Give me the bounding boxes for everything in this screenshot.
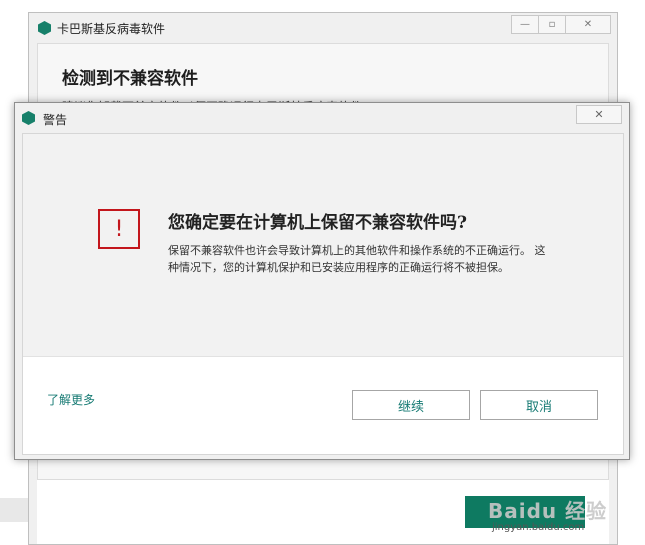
- cancel-button[interactable]: 取消: [480, 390, 598, 420]
- dialog-message-area: ! 您确定要在计算机上保留不兼容软件吗? 保留不兼容软件也许会导致计算机上的其他…: [23, 134, 623, 357]
- main-window-title: 卡巴斯基反病毒软件: [57, 22, 166, 36]
- warning-icon: !: [98, 209, 140, 249]
- learn-more-link[interactable]: 了解更多: [47, 391, 95, 408]
- kaspersky-logo-icon: [38, 21, 51, 35]
- main-window-titlebar: 卡巴斯基反病毒软件 — ▫ ✕: [29, 13, 617, 41]
- dialog-question: 您确定要在计算机上保留不兼容软件吗?: [168, 213, 467, 233]
- minimize-icon[interactable]: —: [511, 15, 539, 34]
- dialog-explanation: 保留不兼容软件也许会导致计算机上的其他软件和操作系统的不正确运行。 这种情况下，…: [168, 244, 546, 274]
- dialog-title: 警告: [43, 113, 68, 127]
- close-icon[interactable]: ✕: [565, 15, 611, 34]
- kaspersky-logo-icon: [22, 111, 35, 125]
- watermark-url: jingyan.baidu.com: [492, 522, 585, 533]
- dialog-titlebar: 警告 ✕: [15, 103, 629, 131]
- close-icon[interactable]: ✕: [576, 105, 622, 124]
- dialog-body: ! 您确定要在计算机上保留不兼容软件吗? 保留不兼容软件也许会导致计算机上的其他…: [22, 133, 624, 455]
- watermark: Baidu 经验: [488, 499, 608, 523]
- warning-dialog: 警告 ✕ ! 您确定要在计算机上保留不兼容软件吗? 保留不兼容软件也许会导致计算…: [14, 102, 630, 460]
- left-edge-bar: [0, 498, 28, 522]
- page-title: 检测到不兼容软件: [62, 69, 198, 89]
- maximize-icon[interactable]: ▫: [538, 15, 566, 34]
- window-controls: — ▫ ✕: [511, 15, 611, 34]
- continue-button[interactable]: 继续: [352, 390, 470, 420]
